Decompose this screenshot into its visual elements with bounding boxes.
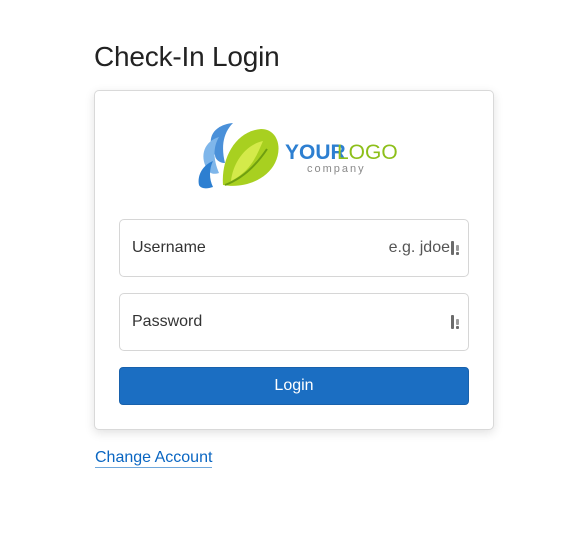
password-manager-icon[interactable] — [450, 314, 462, 330]
password-manager-icon[interactable] — [450, 240, 462, 256]
change-account-link[interactable]: Change Account — [95, 449, 213, 468]
login-card: YOUR LOGO company Username e.g. jdoe Pas… — [94, 90, 494, 430]
page-title: Check-In Login — [94, 41, 280, 72]
username-field[interactable]: Username e.g. jdoe — [119, 219, 469, 277]
logo-text-logo: LOGO — [337, 141, 398, 164]
company-logo: YOUR LOGO company — [185, 119, 405, 193]
logo-text-company: company — [307, 163, 366, 175]
username-label: Username — [132, 239, 206, 256]
logo-mark: YOUR LOGO company — [198, 123, 398, 189]
username-placeholder: e.g. jdoe — [388, 239, 450, 256]
password-field[interactable]: Password — [119, 293, 469, 351]
login-button[interactable]: Login — [119, 367, 469, 405]
password-label: Password — [132, 313, 203, 330]
